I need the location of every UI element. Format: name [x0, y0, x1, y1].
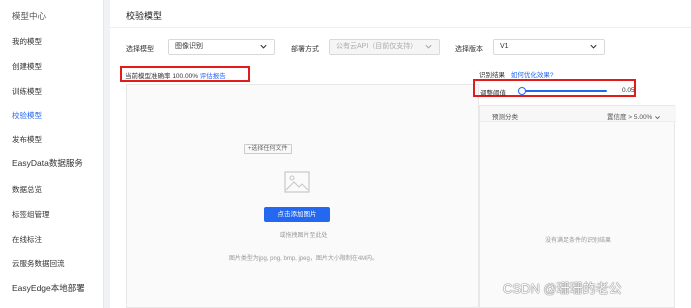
sidebar-item-cloud-data-return[interactable]: 云服务数据回流: [12, 258, 65, 269]
page-title: 校验模型: [126, 11, 163, 21]
chevron-down-icon: [589, 42, 598, 51]
category-column-header: 预测分类: [492, 114, 518, 121]
deploy-select: 公有云API（目前仅支持）: [329, 39, 440, 55]
sidebar-item-data-overview[interactable]: 数据总览: [12, 184, 42, 195]
sidebar-item-my-models[interactable]: 我的模型: [12, 36, 42, 47]
threshold-slider-handle[interactable]: [518, 87, 526, 95]
sidebar-item-easyedge[interactable]: EasyEdge本地部署: [12, 282, 85, 294]
upload-panel[interactable]: +选择任何文件 点击添加图片 或拖拽图片至此处 图片类型为jpg, png, b…: [126, 84, 479, 308]
accuracy-label: 当前模型准确率: [125, 73, 171, 80]
threshold-slider-track[interactable]: [521, 90, 607, 92]
chevron-down-icon: [655, 115, 661, 119]
sidebar-item-easydata[interactable]: EasyData数据服务: [12, 157, 83, 169]
threshold-label: 调整阈值: [480, 90, 506, 97]
sidebar: 模型中心 我的模型 创建模型 训练模型 校验模型 发布模型 EasyData数据…: [0, 0, 104, 308]
title-bar: 校验模型: [110, 0, 691, 28]
evaluation-report-link[interactable]: 评估报告: [200, 73, 226, 80]
sidebar-item-label-groups[interactable]: 标签组管理: [12, 209, 50, 220]
model-select-label: 选择模型: [126, 46, 154, 53]
confidence-column-header: 置信度 > 5.00%: [607, 114, 653, 121]
chevron-down-icon: [424, 42, 433, 51]
sidebar-header: 模型中心: [12, 11, 47, 21]
version-select-label: 选择版本: [455, 46, 483, 53]
choose-file-button[interactable]: +选择任何文件: [244, 144, 292, 154]
sidebar-item-train-model[interactable]: 训练模型: [12, 86, 42, 97]
chevron-down-icon: [259, 42, 268, 51]
empty-result-text: 没有满足条件的识别结果: [544, 238, 611, 244]
format-hint: 图片类型为jpg, png, bmp, jpeg，图片大小限制在4M内。: [228, 256, 379, 262]
sidebar-item-validate-model[interactable]: 校验模型: [12, 110, 42, 121]
confidence-filter[interactable]: 置信度 > 5.00%: [607, 111, 661, 121]
main-content: 校验模型 选择模型 图像识别 部署方式 公有云API（目前仅支持） 选择版本 V…: [110, 0, 691, 308]
threshold-value: 0.05: [622, 87, 635, 94]
prediction-table-header: 预测分类 置信度 > 5.00%: [480, 106, 676, 122]
result-label: 识别结果: [479, 72, 505, 79]
deploy-select-value: 公有云API（目前仅支持）: [336, 43, 418, 50]
sidebar-item-publish-model[interactable]: 发布模型: [12, 134, 42, 145]
watermark: CSDN @珊珊的老公: [503, 281, 622, 296]
model-select[interactable]: 图像识别: [168, 39, 275, 55]
optimize-link[interactable]: 如何优化效果?: [511, 72, 554, 79]
drag-hint: 或拖拽图片至此处: [279, 233, 328, 239]
sidebar-item-create-model[interactable]: 创建模型: [12, 61, 42, 72]
version-select-value: V1: [500, 43, 509, 50]
version-select[interactable]: V1: [493, 39, 605, 55]
accuracy-text: 当前模型准确率 100.00% 评估报告: [125, 70, 226, 80]
result-header: 识别结果 如何优化效果?: [479, 69, 553, 79]
image-placeholder-icon: [284, 171, 310, 198]
add-image-button[interactable]: 点击添加图片: [264, 207, 330, 222]
model-select-value: 图像识别: [175, 43, 203, 50]
deploy-select-label: 部署方式: [291, 46, 319, 53]
sidebar-item-online-annotation[interactable]: 在线标注: [12, 234, 42, 245]
accuracy-value: 100.00%: [172, 73, 198, 80]
